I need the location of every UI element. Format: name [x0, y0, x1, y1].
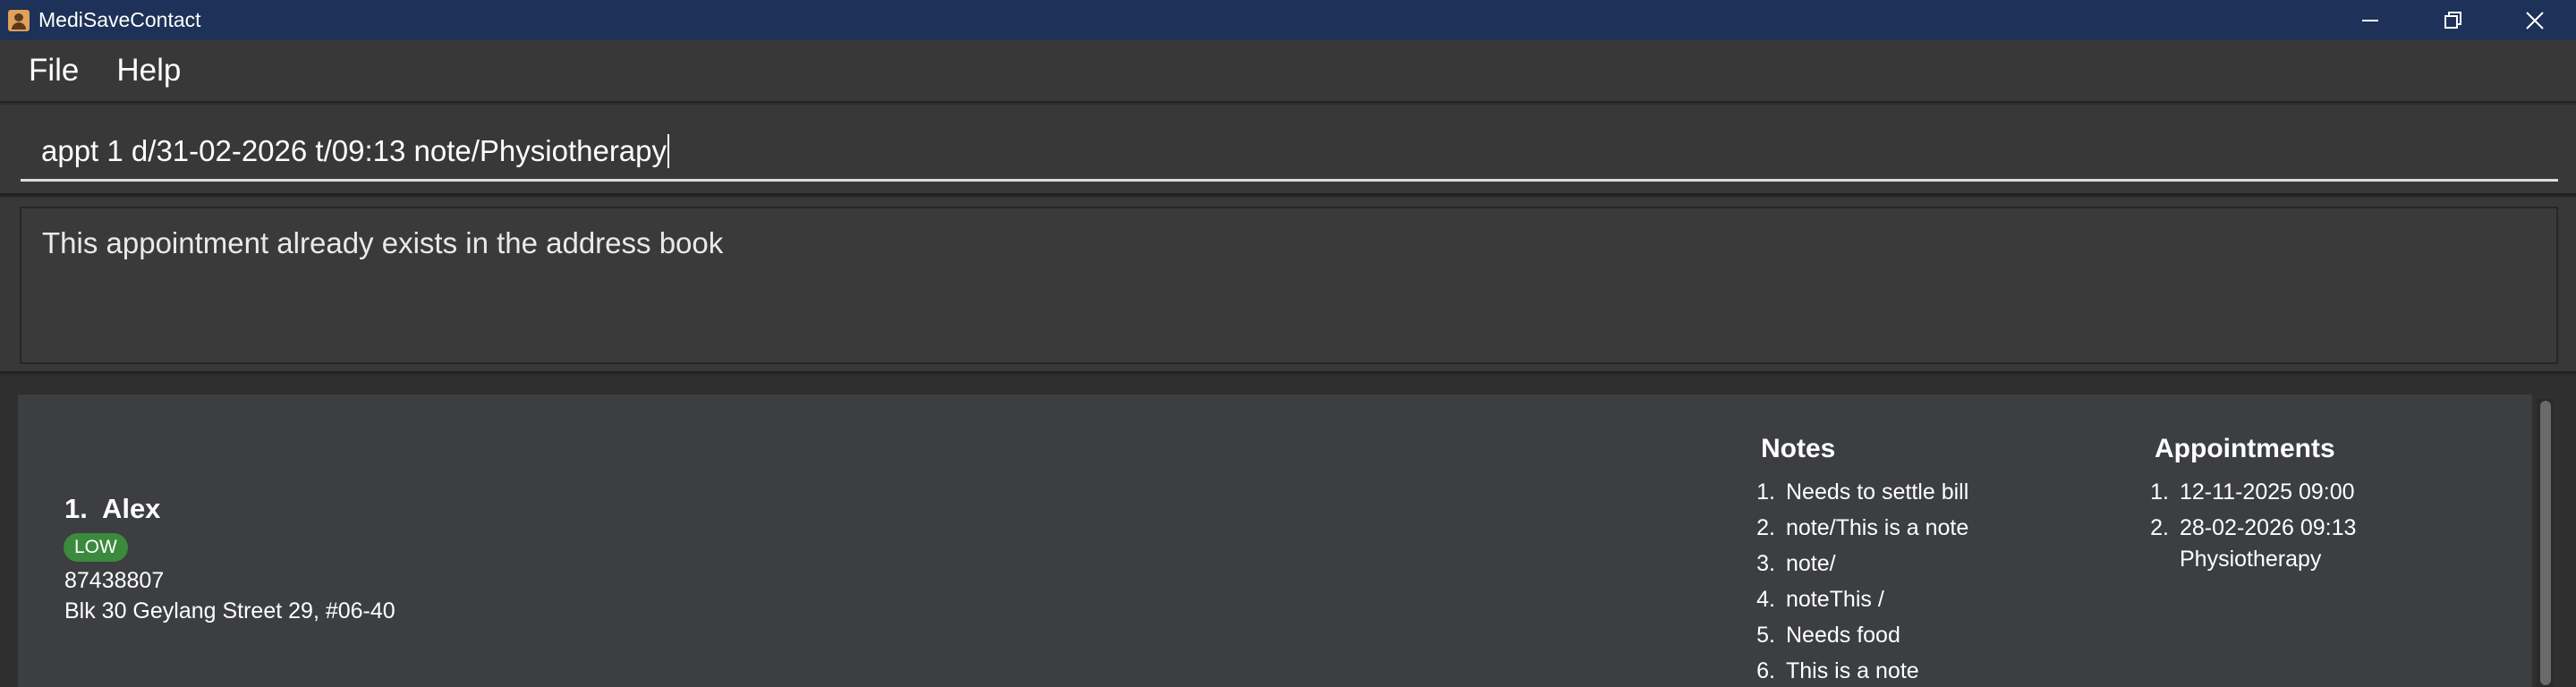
person-address: Blk 30 Geylang Street 29, #06-40 — [64, 598, 395, 623]
person-index: 1. — [64, 493, 88, 524]
window-controls — [2329, 0, 2576, 40]
window-title: MediSaveContact — [38, 8, 201, 31]
note-item: 5. Needs food — [1756, 623, 1900, 648]
note-item: 1. Needs to settle bill — [1756, 479, 1969, 505]
person-list-panel: 1. Alex LOW 87438807 Blk 30 Geylang Stre… — [0, 377, 2576, 687]
note-item: 3. note/ — [1756, 551, 1836, 576]
appointment-item: 1. 12-11-2025 09:00 — [2126, 477, 2356, 508]
minimize-icon — [2362, 19, 2378, 21]
list-scrollbar-thumb[interactable] — [2540, 401, 2551, 685]
menu-file[interactable]: File — [29, 53, 79, 89]
restore-icon — [2444, 11, 2461, 29]
note-item: 2. note/This is a note — [1756, 515, 1969, 540]
app-contact-icon — [8, 9, 30, 31]
close-button[interactable] — [2494, 0, 2576, 40]
close-icon — [2526, 11, 2544, 30]
appointment-datetime: 28-02-2026 09:13 — [2180, 515, 2357, 540]
appointment-datetime: 12-11-2025 09:00 — [2180, 479, 2355, 505]
notes-list: 1. Needs to settle bill 2. note/This is a … — [1732, 477, 1968, 687]
command-input[interactable]: appt 1 d/31-02-2026 t/09:13 note/Physiot… — [21, 123, 2558, 182]
appointments-heading: Appointments — [2155, 434, 2335, 463]
result-display: This appointment already exists in the a… — [20, 207, 2558, 364]
appointment-note: Physiotherapy — [2180, 547, 2322, 572]
appointments-section: Appointments 1. 12-11-2025 09:00 2. 28-02-… — [2150, 434, 2356, 580]
notes-heading: Notes — [1761, 434, 1836, 463]
person-card[interactable]: 1. Alex LOW 87438807 Blk 30 Geylang Stre… — [18, 394, 2532, 687]
person-phone: 87438807 — [64, 568, 165, 593]
text-caret — [667, 133, 670, 168]
appointments-list: 1. 12-11-2025 09:00 2. 28-02-2026 09:13 Phy… — [2126, 477, 2356, 575]
person-name-text: Alex — [101, 493, 161, 524]
notes-section: Notes 1. Needs to settle bill 2. note/This… — [1756, 434, 1968, 687]
menu-help[interactable]: Help — [116, 53, 181, 89]
priority-badge: LOW — [64, 533, 128, 562]
minimize-button[interactable] — [2329, 0, 2411, 40]
person-name: 1. Alex — [64, 493, 160, 525]
note-item: 4. noteThis / — [1756, 587, 1884, 612]
note-item: 6. This is a note — [1756, 658, 1919, 683]
command-input-text: appt 1 d/31-02-2026 t/09:13 note/Physiot… — [41, 133, 667, 167]
menu-bar: File Help — [0, 40, 2576, 103]
appointment-item: 2. 28-02-2026 09:13 Physiotherapy — [2126, 513, 2356, 575]
command-panel: appt 1 d/31-02-2026 t/09:13 note/Physiot… — [0, 105, 2576, 196]
result-message: This appointment already exists in the a… — [42, 226, 724, 259]
title-bar: MediSaveContact — [0, 0, 2576, 40]
restore-button[interactable] — [2411, 0, 2494, 40]
result-panel: This appointment already exists in the a… — [0, 198, 2576, 374]
